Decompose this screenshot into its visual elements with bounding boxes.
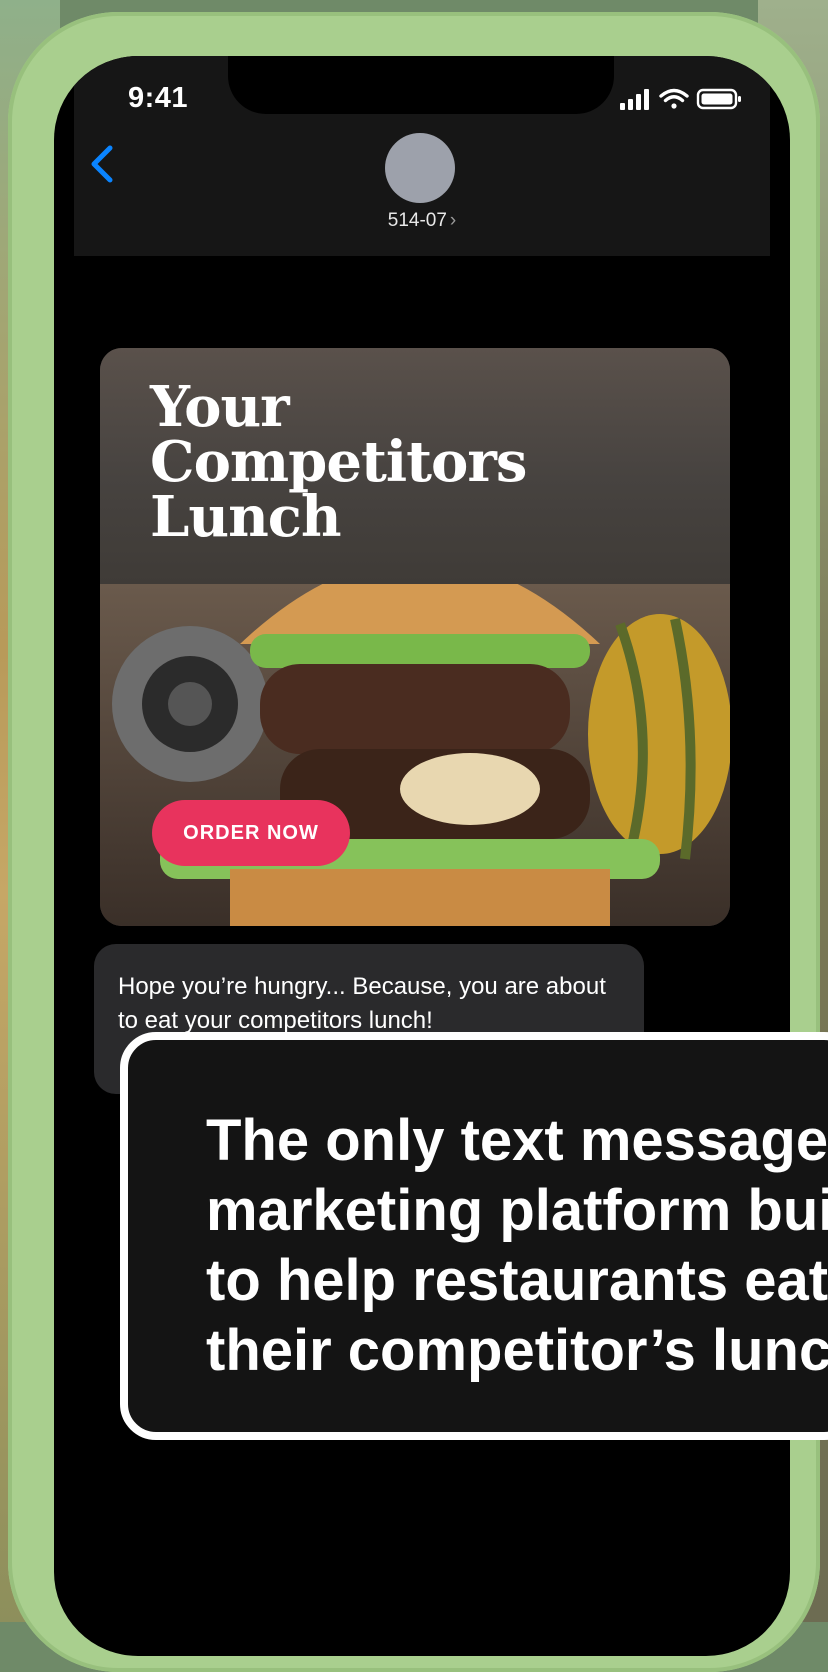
status-time: 9:41 [128, 82, 189, 114]
headline-line: Lunch [150, 484, 342, 550]
caption-line: The only text message [206, 1108, 828, 1173]
caption-line: their competitor’s lunch [206, 1318, 828, 1383]
battery-icon [696, 88, 741, 110]
contact-name-button[interactable]: 514-07 › [54, 210, 790, 232]
wifi-icon [659, 88, 689, 109]
headline-line: Your [150, 374, 290, 440]
cellular-signal-icon [620, 89, 649, 110]
chevron-right-icon: › [449, 210, 457, 231]
burger-illustration [112, 559, 730, 926]
marketing-caption-overlay: The only text message marketing platform… [120, 1032, 828, 1440]
notch [228, 56, 614, 114]
status-icons [620, 88, 741, 110]
message-text: Hope you’re hungry... Because, you are a… [118, 973, 606, 1034]
caption-line: to help restaurants eat [206, 1248, 828, 1313]
headline-line: Competitors [150, 429, 527, 495]
order-now-button[interactable]: ORDER NOW [152, 800, 350, 866]
contact-avatar[interactable] [385, 133, 455, 203]
caption-text: The only text message marketing platform… [206, 1106, 828, 1386]
burger-photo [100, 559, 730, 926]
contact-name: 514-07 [387, 210, 447, 231]
mms-headline: Your Competitors Lunch [150, 374, 527, 550]
caption-line: marketing platform built [206, 1178, 828, 1243]
back-chevron-icon[interactable] [86, 144, 118, 184]
